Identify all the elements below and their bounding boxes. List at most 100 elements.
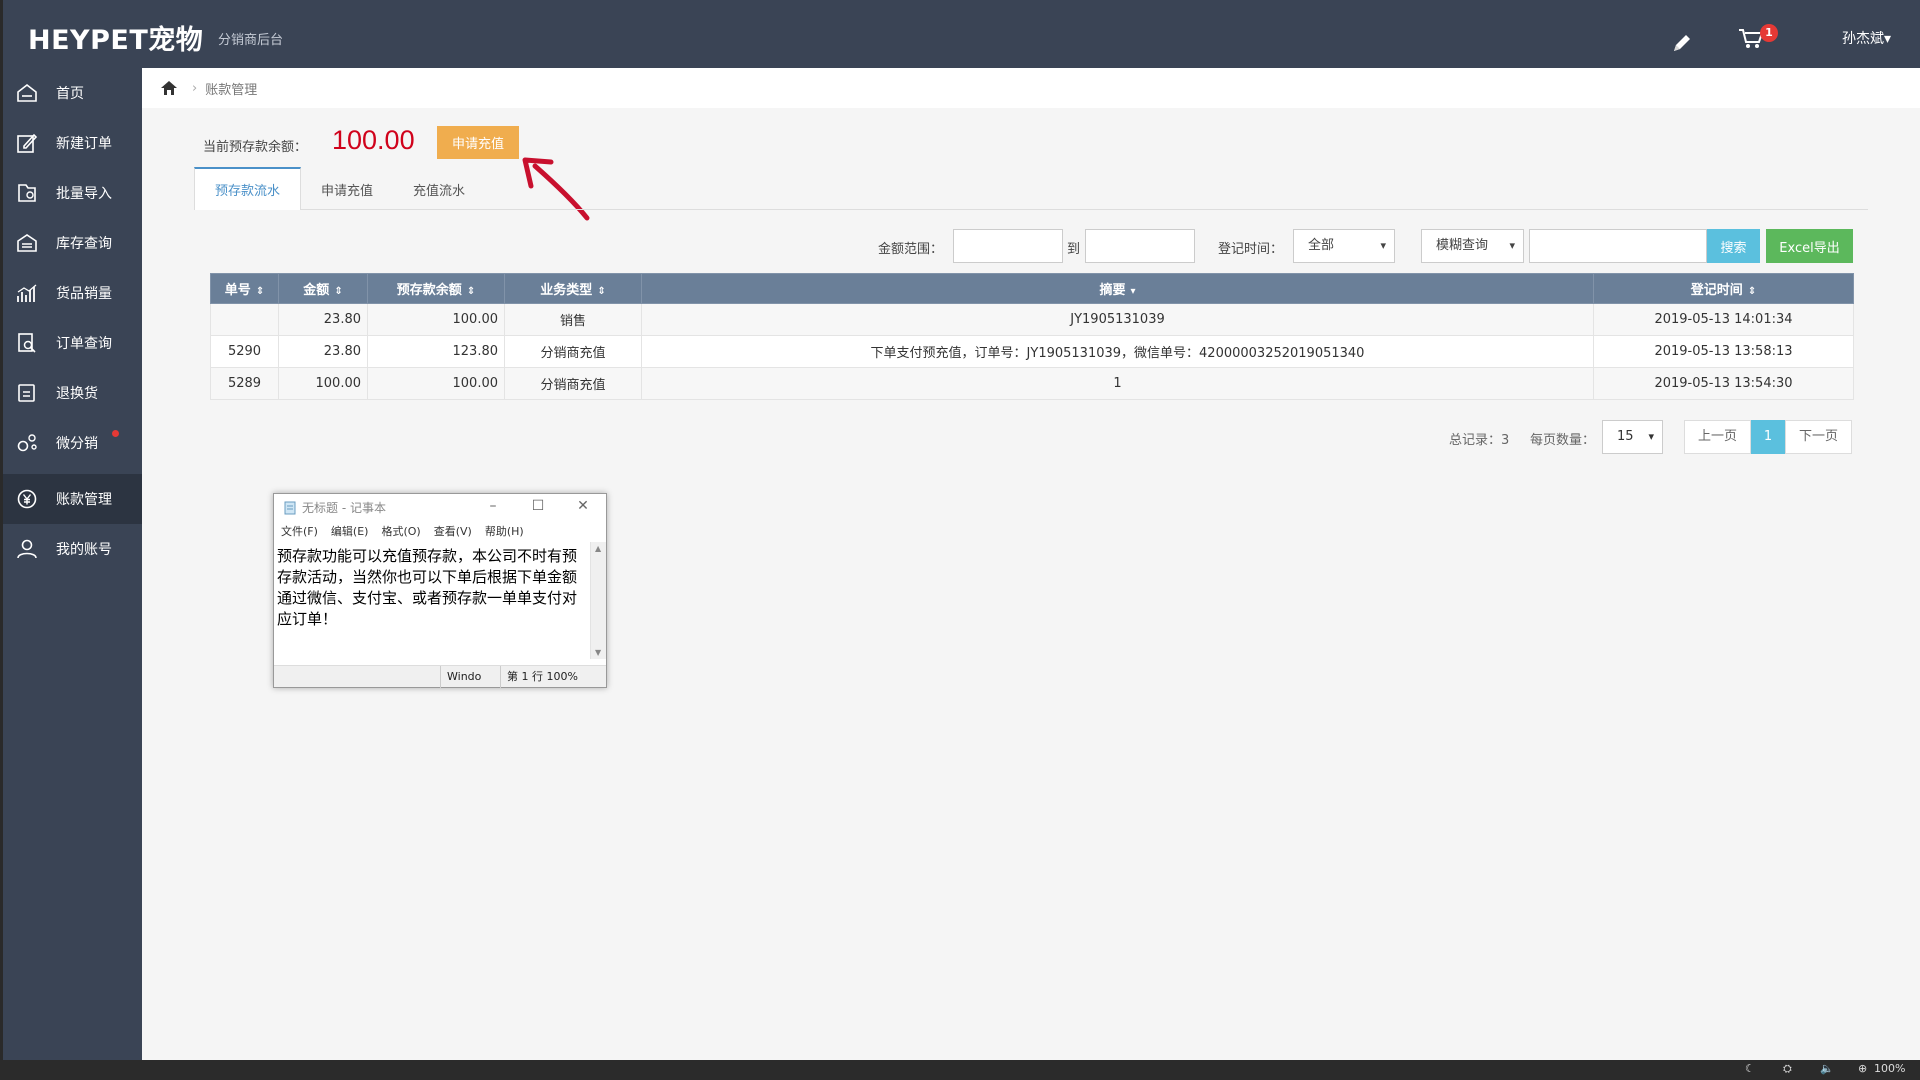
sidebar-item-label: 订单查询 [56, 336, 112, 352]
sidebar-item-label: 退换货 [56, 386, 98, 402]
amount-min-input[interactable] [953, 229, 1063, 263]
sidebar-item-home[interactable]: 首页 [0, 68, 142, 118]
logo[interactable]: HEYPET宠物 [28, 18, 203, 57]
cell-balance: 100.00 [367, 303, 505, 336]
column-header-id[interactable]: 单号 ⇕ [210, 273, 279, 304]
per-page-select[interactable]: 15 [1602, 420, 1663, 454]
tab-deposit-flow[interactable]: 预存款流水 [194, 167, 302, 210]
register-time-label: 登记时间： [1218, 242, 1284, 257]
cell-type: 分销商充值 [504, 367, 642, 400]
sidebar-item-my-account[interactable]: 我的账号 [0, 524, 142, 574]
keyword-input[interactable] [1529, 229, 1707, 263]
register-time-select[interactable]: 全部 [1293, 229, 1395, 263]
moon-icon[interactable]: ☾ [1745, 1062, 1755, 1075]
yen-icon [17, 489, 37, 509]
column-header-balance[interactable]: 预存款余额 ⇕ [367, 273, 505, 304]
sort-icon: ⇕ [1747, 286, 1757, 297]
cell-id: 5289 [210, 367, 279, 400]
home-icon [17, 83, 37, 102]
deposit-flow-table: 单号 ⇕ 金额 ⇕ 预存款余额 ⇕ 业务类型 ⇕ 摘要 ▾ 登记时间 ⇕ 23.80 100… [210, 273, 1854, 400]
tab-apply-recharge[interactable]: 申请充值 [301, 167, 393, 210]
sidebar-item-sales[interactable]: 货品销量 [0, 268, 142, 318]
sidebar-item-new-order[interactable]: 新建订单 [0, 118, 142, 168]
query-mode-select[interactable]: 模糊查询 [1421, 229, 1524, 263]
menu-file[interactable]: 文件(F) [281, 523, 318, 539]
cart-count-badge: 1 [1760, 24, 1778, 42]
taskbar: ☾ ⛭ 🔈 ⊕ 100% [0, 1060, 1920, 1080]
cell-time: 2019-05-13 14:01:34 [1593, 303, 1854, 336]
cell-summary: 下单支付预充值，订单号：JY1905131039，微信单号：4200000325… [641, 335, 1594, 368]
column-header-summary[interactable]: 摘要 ▾ [641, 273, 1594, 304]
sidebar-item-label: 账款管理 [56, 492, 112, 508]
sidebar-item-label: 首页 [56, 86, 84, 102]
menu-format[interactable]: 格式(O) [381, 523, 420, 539]
column-header-amount[interactable]: 金额 ⇕ [278, 273, 368, 304]
cell-balance: 100.00 [367, 367, 505, 400]
notepad-titlebar[interactable]: 无标题 - 记事本 [274, 494, 606, 521]
sidebar-item-label: 新建订单 [56, 136, 112, 152]
sidebar-item-returns[interactable]: 退换货 [0, 368, 142, 418]
sidebar-item-label: 货品销量 [56, 286, 112, 302]
table-header-row: 单号 ⇕ 金额 ⇕ 预存款余额 ⇕ 业务类型 ⇕ 摘要 ▾ 登记时间 ⇕ [210, 273, 1854, 304]
tab-recharge-flow[interactable]: 充值流水 [393, 167, 485, 210]
cell-summary: JY1905131039 [641, 303, 1594, 336]
notepad-scrollbar[interactable]: ▲ ▼ [590, 542, 606, 659]
notepad-text-area[interactable]: 预存款功能可以充值预存款，本公司不时有预存款活动，当然你也可以下单后根据下单金额… [274, 542, 590, 659]
sort-desc-icon: ▾ [1130, 286, 1136, 297]
volume-icon[interactable]: 🔈 [1820, 1062, 1834, 1075]
home-icon[interactable] [160, 80, 178, 96]
column-header-time[interactable]: 登记时间 ⇕ [1593, 273, 1854, 304]
scroll-up-icon[interactable]: ▲ [595, 544, 601, 553]
import-icon [18, 184, 36, 202]
user-menu[interactable]: 孙杰斌▾ [1842, 28, 1891, 48]
sidebar-item-order-query[interactable]: 订单查询 [0, 318, 142, 368]
menu-view[interactable]: 查看(V) [434, 523, 472, 539]
scroll-down-icon[interactable]: ▼ [595, 648, 601, 657]
cell-summary: 1 [641, 367, 1594, 400]
column-header-type[interactable]: 业务类型 ⇕ [504, 273, 642, 304]
pagination: 总记录：3 每页数量： 15 上一页 1 下一页 [0, 420, 1920, 454]
zoom-icon[interactable]: ⊕ [1858, 1062, 1867, 1075]
prev-page-button[interactable]: 上一页 [1684, 420, 1751, 454]
menu-help[interactable]: 帮助(H) [485, 523, 524, 539]
next-page-button[interactable]: 下一页 [1785, 420, 1852, 454]
sidebar-item-batch-import[interactable]: 批量导入 [0, 168, 142, 218]
maximize-icon[interactable]: ☐ [528, 498, 548, 514]
filter-bar: 金额范围： 到 登记时间： 全部 模糊查询 搜索 Excel导出 [0, 229, 1920, 265]
search-button[interactable]: 搜索 [1707, 229, 1760, 263]
balance-value: 100.00 [332, 125, 415, 155]
chart-icon [17, 284, 37, 302]
close-icon[interactable]: ✕ [573, 498, 593, 514]
cell-amount: 100.00 [278, 367, 368, 400]
search-doc-icon [18, 333, 36, 353]
sort-icon: ⇕ [597, 286, 606, 297]
menu-edit[interactable]: 编辑(E) [331, 523, 369, 539]
top-bar: HEYPET宠物 分销商后台 1 孙杰斌▾ [0, 0, 1920, 68]
table-row: 5289 100.00 100.00 分销商充值 1 2019-05-13 13… [210, 367, 1854, 400]
app-subtitle: 分销商后台 [218, 33, 284, 48]
cell-amount: 23.80 [278, 303, 368, 336]
to-label: 到 [1067, 242, 1081, 257]
apply-recharge-button[interactable]: 申请充值 [437, 126, 519, 159]
notepad-icon [284, 501, 296, 514]
user-icon [17, 539, 37, 559]
network-icon[interactable]: ⛭ [1783, 1062, 1792, 1076]
breadcrumb: › 账款管理 [142, 68, 1920, 108]
excel-export-button[interactable]: Excel导出 [1766, 229, 1853, 263]
notepad-title: 无标题 - 记事本 [302, 501, 386, 515]
cell-type: 分销商充值 [504, 335, 642, 368]
sidebar-item-accounts[interactable]: 账款管理 [0, 474, 142, 524]
minimize-icon[interactable]: – [483, 498, 503, 514]
cell-id [210, 303, 279, 336]
pen-icon[interactable] [1670, 31, 1694, 55]
cell-time: 2019-05-13 13:54:30 [1593, 367, 1854, 400]
status-encoding: Windo [440, 666, 500, 688]
amount-max-input[interactable] [1085, 229, 1195, 263]
app-window: HEYPET宠物 分销商后台 1 孙杰斌▾ 首页 新建订单 批量导入 库存查询 … [0, 0, 1920, 1060]
table-row: 23.80 100.00 销售 JY1905131039 2019-05-13 … [210, 303, 1854, 336]
notepad-menubar: 文件(F) 编辑(E) 格式(O) 查看(V) 帮助(H) [274, 521, 606, 541]
tab-bar: 预存款流水 申请充值 充值流水 [194, 167, 1868, 210]
notepad-window[interactable]: 无标题 - 记事本 – ☐ ✕ 文件(F) 编辑(E) 格式(O) 查看(V) … [273, 493, 607, 688]
page-1-button[interactable]: 1 [1751, 420, 1785, 454]
return-icon [18, 384, 35, 402]
